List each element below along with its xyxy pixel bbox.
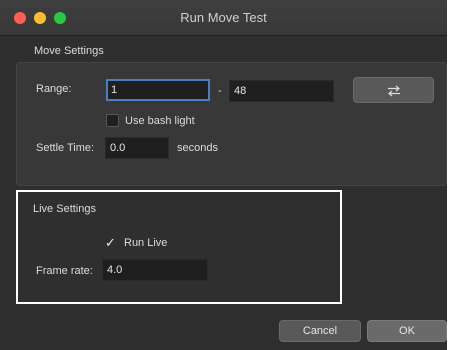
settle-time-input[interactable] bbox=[105, 137, 169, 159]
live-settings-highlight bbox=[16, 190, 342, 304]
ok-button[interactable]: OK bbox=[367, 320, 447, 342]
cancel-button[interactable]: Cancel bbox=[279, 320, 361, 342]
range-start-input[interactable] bbox=[106, 79, 210, 101]
window-title: Run Move Test bbox=[180, 10, 267, 25]
settle-time-label: Settle Time: bbox=[36, 142, 95, 154]
use-bash-light-label: Use bash light bbox=[125, 114, 195, 127]
range-end-input[interactable] bbox=[229, 80, 334, 102]
checkbox-box bbox=[106, 114, 119, 127]
swap-range-button[interactable] bbox=[353, 77, 434, 103]
range-label: Range: bbox=[36, 83, 72, 95]
title-bar: Run Move Test bbox=[0, 0, 447, 36]
dialog-window: Run Move Test Move Settings Range: - Use… bbox=[0, 0, 455, 350]
move-settings-heading: Move Settings bbox=[34, 45, 104, 57]
use-bash-light-checkbox[interactable]: Use bash light bbox=[106, 114, 195, 127]
seconds-unit-label: seconds bbox=[177, 142, 218, 154]
range-separator: - bbox=[218, 85, 222, 97]
swap-arrows-icon bbox=[387, 85, 400, 97]
